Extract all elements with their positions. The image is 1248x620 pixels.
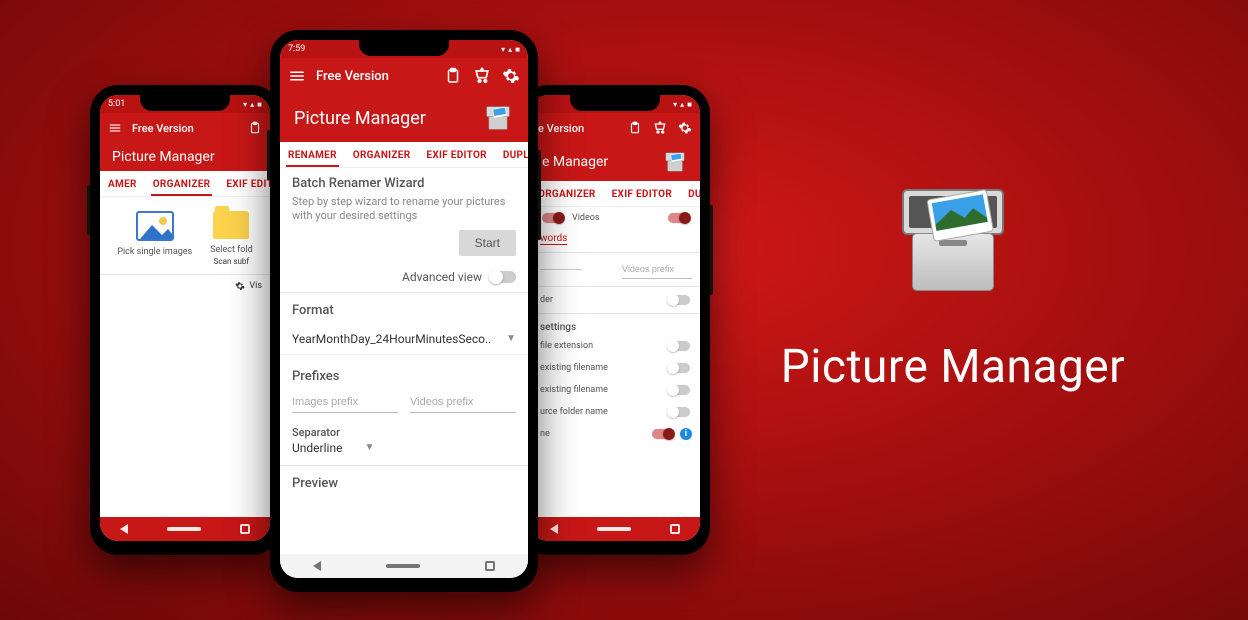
status-time: 7:59 [288, 44, 305, 54]
toggle[interactable] [668, 407, 690, 417]
select-folder-label: Select fold [210, 245, 253, 255]
toggle[interactable] [542, 213, 564, 223]
android-navbar [100, 517, 270, 541]
toolbar: e Version [530, 113, 700, 143]
toolbar-title-fragment: e Version [538, 122, 584, 135]
tabs: RENAMER ORGANIZER EXIF EDITOR DUPLICA [280, 142, 528, 168]
gear-icon[interactable] [678, 121, 692, 135]
info-icon[interactable]: i [680, 428, 692, 440]
nav-back-icon[interactable] [120, 524, 128, 534]
nav-back-icon[interactable] [313, 561, 321, 571]
app-cabinet-icon [662, 149, 688, 175]
status-time: 5:01 [108, 99, 125, 109]
videos-label: Videos [572, 213, 600, 223]
nav-home-icon[interactable] [386, 564, 420, 568]
toggle[interactable] [668, 295, 690, 305]
tab-renamer[interactable]: RENAMER [280, 142, 345, 167]
nav-home-icon[interactable] [597, 527, 631, 531]
nav-recents-icon[interactable] [240, 524, 250, 534]
tabs: ORGANIZER EXIF EDITOR DUPLICA [530, 181, 700, 207]
tab-renamer[interactable]: AMER [100, 171, 145, 196]
words-label: words [540, 233, 567, 245]
menu-icon[interactable] [288, 67, 306, 85]
videos-prefix-input[interactable] [410, 392, 516, 413]
app-title: Picture Manager [112, 149, 215, 165]
tab-exif[interactable]: EXIF EDITOR [218, 171, 270, 196]
advanced-view-label: Advanced view [402, 270, 482, 284]
pick-single-card[interactable]: Pick single images [117, 211, 192, 266]
tab-exif[interactable]: EXIF EDITOR [604, 181, 680, 206]
titlebar: e Manager [530, 143, 700, 181]
app-cabinet-icon [482, 102, 514, 134]
visible-label: Vis [249, 281, 262, 291]
videos-toggle-row: Videos [530, 207, 700, 229]
chevron-down-icon: ▼ [506, 333, 516, 344]
phone-center: 7:59 ▾▴■ Free Version [270, 30, 538, 592]
hero-title: Picture Manager [781, 340, 1126, 394]
format-value: YearMonthDay_24HourMinutesSeco.. [292, 332, 491, 346]
tabs: AMER ORGANIZER EXIF EDITOR [100, 171, 270, 197]
toggle[interactable] [668, 213, 690, 223]
tab-duplicates[interactable]: DUPLICA [495, 142, 528, 167]
visible-row[interactable]: Vis [100, 277, 270, 295]
toolbar: Free Version [100, 113, 270, 143]
toggle[interactable] [668, 363, 690, 373]
start-button[interactable]: Start [459, 230, 516, 256]
images-prefix-input[interactable] [292, 392, 398, 413]
tab-organizer[interactable]: ORGANIZER [345, 142, 419, 167]
clipboard-icon[interactable] [628, 121, 642, 135]
videos-prefix-input[interactable] [622, 260, 692, 279]
tab-organizer[interactable]: ORGANIZER [145, 171, 219, 196]
nav-recents-icon[interactable] [485, 561, 495, 571]
wizard-title: Batch Renamer Wizard [292, 176, 516, 191]
nav-back-icon[interactable] [550, 524, 558, 534]
app-title-fragment: e Manager [542, 154, 608, 170]
select-folder-card[interactable]: Select fold Scan subf [210, 211, 253, 266]
toggle[interactable] [668, 341, 690, 351]
toolbar-title: Free Version [132, 122, 194, 135]
gear-icon[interactable] [502, 67, 520, 85]
titlebar: Picture Manager [280, 94, 528, 142]
separator-value: Underline [292, 441, 342, 455]
tab-organizer[interactable]: ORGANIZER [530, 181, 604, 206]
clipboard-icon[interactable] [248, 121, 262, 135]
scan-sub-label: Scan subf [214, 257, 250, 266]
separator-dropdown[interactable]: Underline ▼ [280, 439, 528, 463]
advanced-view-row: Advanced view [280, 264, 528, 290]
cart-icon[interactable] [472, 66, 492, 86]
phone-left: 5:01 ▾▴■ Free Version Picture Manager AM… [90, 85, 280, 555]
cart-icon[interactable] [652, 120, 668, 136]
tab-duplicates[interactable]: DUPLICA [680, 181, 700, 206]
separator-label: Separator [292, 426, 340, 439]
menu-icon[interactable] [108, 121, 122, 135]
clipboard-icon[interactable] [444, 67, 462, 85]
android-navbar [280, 554, 528, 578]
nav-home-icon[interactable] [167, 527, 201, 531]
toolbar: Free Version [280, 58, 528, 94]
preview-label: Preview [292, 476, 516, 491]
chevron-down-icon: ▼ [364, 442, 374, 453]
toggle[interactable] [652, 429, 674, 439]
folder-icon [213, 211, 249, 239]
subfolder-row: der [530, 289, 700, 311]
pick-single-label: Pick single images [117, 247, 192, 257]
android-navbar [530, 517, 700, 541]
nav-recents-icon[interactable] [670, 524, 680, 534]
phone-right: ▾▴■ e Version e Manager [520, 85, 710, 555]
settings-section-label: settings [530, 316, 700, 335]
prefixes-label: Prefixes [292, 369, 516, 384]
advanced-view-toggle[interactable] [490, 271, 516, 283]
format-label: Format [292, 303, 516, 318]
tab-exif[interactable]: EXIF EDITOR [418, 142, 494, 167]
gear-icon [235, 281, 245, 291]
format-dropdown[interactable]: YearMonthDay_24HourMinutesSeco.. ▼ [280, 324, 528, 355]
toggle[interactable] [668, 385, 690, 395]
toolbar-title: Free Version [316, 69, 389, 84]
titlebar: Picture Manager [100, 143, 270, 171]
app-title: Picture Manager [294, 108, 426, 129]
wizard-desc: Step by step wizard to rename your pictu… [292, 195, 516, 224]
app-cabinet-icon [883, 170, 1023, 310]
